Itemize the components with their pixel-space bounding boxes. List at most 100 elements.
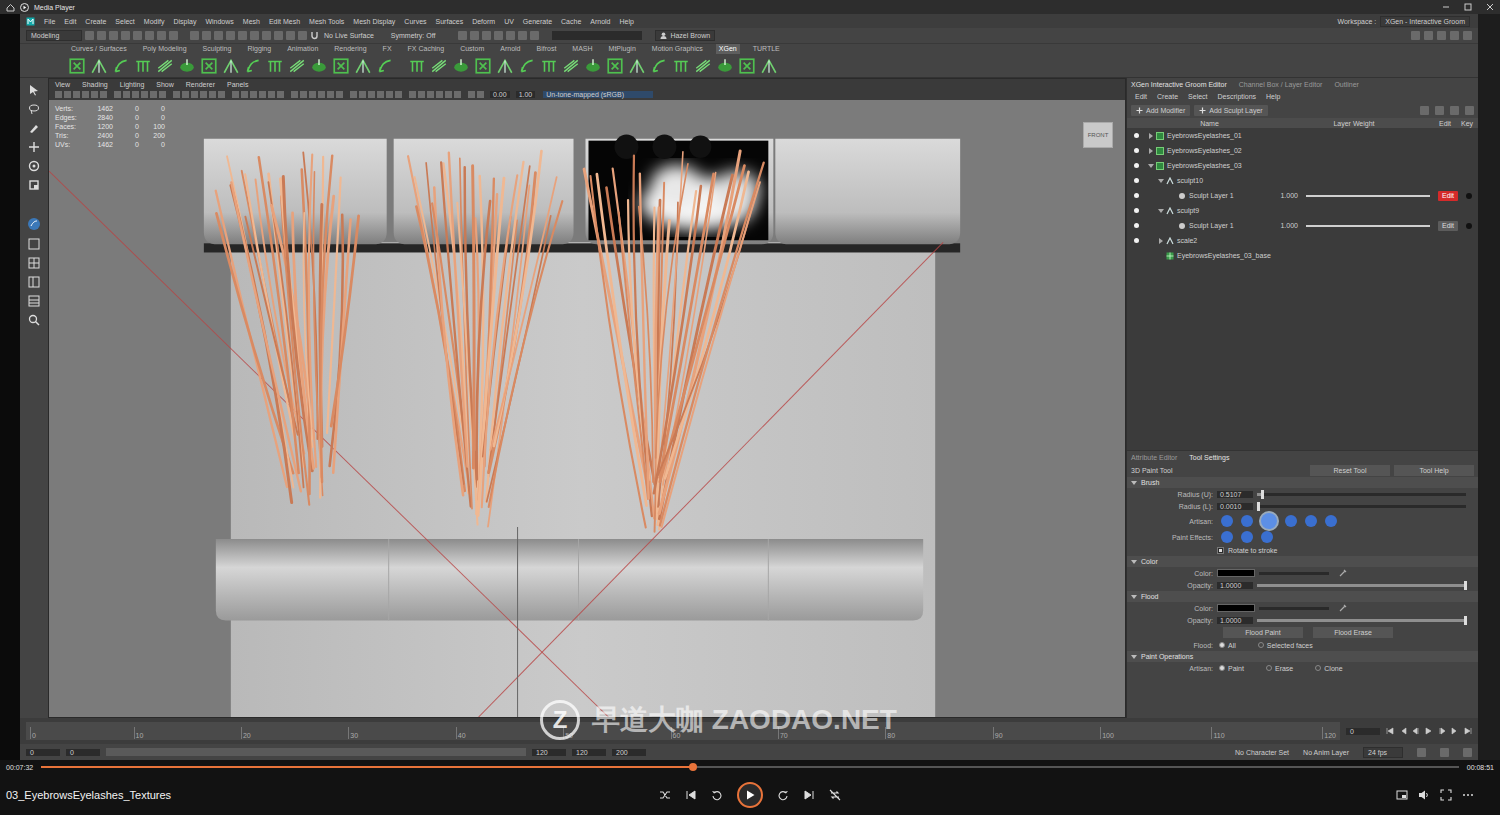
menu-item[interactable]: Edit <box>64 18 76 25</box>
shelf-tab[interactable]: FX <box>380 44 395 54</box>
viewport-button[interactable] <box>114 91 121 98</box>
panel-toggle[interactable] <box>1424 31 1433 40</box>
viewport-button[interactable] <box>55 91 62 98</box>
range-button[interactable] <box>1440 748 1449 757</box>
xgen-tool-icon[interactable] <box>310 57 328 75</box>
viewport-button[interactable] <box>159 91 166 98</box>
xgen-tool-icon[interactable] <box>760 57 778 75</box>
panel-toggle[interactable] <box>1437 31 1446 40</box>
editor-icon-button[interactable] <box>1450 106 1459 115</box>
slider-handle[interactable] <box>1261 490 1264 499</box>
expand-arrow[interactable] <box>1158 179 1164 183</box>
expand-arrow[interactable] <box>1148 164 1154 168</box>
xgen-tool-icon[interactable] <box>244 57 262 75</box>
expand-arrow[interactable] <box>1149 148 1153 154</box>
render-button[interactable] <box>470 31 479 40</box>
lasso-tool-icon[interactable] <box>28 103 40 115</box>
viewport-button[interactable] <box>436 91 443 98</box>
editor-menu-item[interactable]: Edit <box>1135 93 1147 100</box>
expand-arrow[interactable] <box>1158 209 1164 213</box>
shelf-tab[interactable]: Custom <box>457 44 487 54</box>
layer-weight-value[interactable]: 1.000 <box>1272 192 1298 199</box>
shelf-tab[interactable]: Arnold <box>497 44 523 54</box>
menu-item[interactable]: Help <box>620 18 634 25</box>
viewport-button[interactable] <box>291 91 298 98</box>
snap-button[interactable] <box>190 31 199 40</box>
setting-slider[interactable] <box>1257 505 1466 508</box>
viewport-button[interactable] <box>277 91 284 98</box>
range-field[interactable]: 0 <box>66 749 100 756</box>
status-button[interactable] <box>109 31 118 40</box>
viewport-button[interactable] <box>123 91 130 98</box>
menu-item[interactable]: Cache <box>561 18 581 25</box>
viewport-button[interactable] <box>300 91 307 98</box>
status-button[interactable] <box>97 31 106 40</box>
brush-option[interactable] <box>1221 531 1233 543</box>
playback-icon[interactable] <box>1438 727 1446 735</box>
menu-item[interactable]: Mesh Display <box>353 18 395 25</box>
workspace-dropdown[interactable]: XGen - Interactive Groom <box>1380 16 1470 27</box>
command-field[interactable] <box>552 31 642 40</box>
section-header[interactable]: Brush <box>1127 477 1478 488</box>
menu-item[interactable]: Deform <box>472 18 495 25</box>
play-pause-button[interactable] <box>737 782 763 808</box>
visibility-toggle[interactable] <box>1127 193 1145 198</box>
shelf-tab[interactable]: Rendering <box>331 44 369 54</box>
xgen-tool-icon[interactable] <box>452 57 470 75</box>
editor-tab[interactable]: XGen Interactive Groom Editor <box>1131 81 1227 88</box>
radio-option[interactable]: All <box>1219 642 1236 649</box>
status-button[interactable] <box>169 31 178 40</box>
viewport-button[interactable] <box>218 91 225 98</box>
tree-row[interactable]: EyebrowsEyelashes_03 <box>1127 158 1478 173</box>
xgen-tool-icon[interactable] <box>408 57 426 75</box>
range-field[interactable]: 120 <box>572 749 606 756</box>
render-button[interactable] <box>458 31 467 40</box>
playback-icon[interactable] <box>1451 727 1459 735</box>
brush-option[interactable] <box>1261 531 1273 543</box>
panel-toggle[interactable] <box>1450 31 1459 40</box>
status-button[interactable] <box>157 31 166 40</box>
viewport-menu-item[interactable]: Renderer <box>186 81 215 88</box>
xgen-tool-icon[interactable] <box>178 57 196 75</box>
viewport-button[interactable] <box>454 91 461 98</box>
menu-item[interactable]: Select <box>115 18 134 25</box>
tree-row[interactable]: Sculpt Layer 11.000Edit <box>1127 218 1478 233</box>
search-icon[interactable] <box>28 314 40 326</box>
xgen-tool-icon[interactable] <box>496 57 514 75</box>
editor-button[interactable]: Add Modifier <box>1131 105 1190 116</box>
color-slider[interactable] <box>1259 607 1329 610</box>
color-picker-icon[interactable] <box>1339 569 1347 577</box>
xgen-tool-icon[interactable] <box>68 57 86 75</box>
select-tool-icon[interactable] <box>28 84 40 96</box>
edit-layer-button[interactable]: Edit <box>1438 221 1458 231</box>
menu-item[interactable]: Modify <box>144 18 165 25</box>
viewport-button[interactable] <box>132 91 139 98</box>
shelf-tab[interactable]: Motion Graphics <box>649 44 706 54</box>
radio-option[interactable]: Paint <box>1219 665 1244 672</box>
xgen-tool-icon[interactable] <box>584 57 602 75</box>
viewport-button[interactable] <box>200 91 207 98</box>
repeat-off-icon[interactable] <box>829 789 841 801</box>
value-field[interactable]: 1.0000 <box>1217 617 1253 624</box>
viewport-button[interactable] <box>418 91 425 98</box>
status-button[interactable] <box>121 31 130 40</box>
menu-item[interactable]: Windows <box>205 18 233 25</box>
editor-icon-button[interactable] <box>1435 106 1444 115</box>
menu-item[interactable]: Mesh Tools <box>309 18 344 25</box>
color-swatch[interactable] <box>1217 569 1255 577</box>
radio-button[interactable] <box>1219 665 1225 671</box>
range-button[interactable] <box>1463 748 1472 757</box>
shuffle-icon[interactable] <box>659 789 671 801</box>
radio-button[interactable] <box>1258 642 1264 648</box>
xgen-tool-icon[interactable] <box>288 57 306 75</box>
panel-toggle[interactable] <box>1411 31 1420 40</box>
xgen-tool-icon[interactable] <box>376 57 394 75</box>
view-cube[interactable]: FRONT <box>1083 122 1113 148</box>
expand-arrow[interactable] <box>1159 238 1163 244</box>
workspace-selector[interactable]: Workspace :XGen - Interactive Groom <box>1337 16 1470 27</box>
move-tool-icon[interactable] <box>28 141 40 153</box>
xgen-tool-icon[interactable] <box>672 57 690 75</box>
color-slider[interactable] <box>1259 572 1329 575</box>
visibility-toggle[interactable] <box>1127 178 1145 183</box>
editor-menu-item[interactable]: Select <box>1188 93 1207 100</box>
